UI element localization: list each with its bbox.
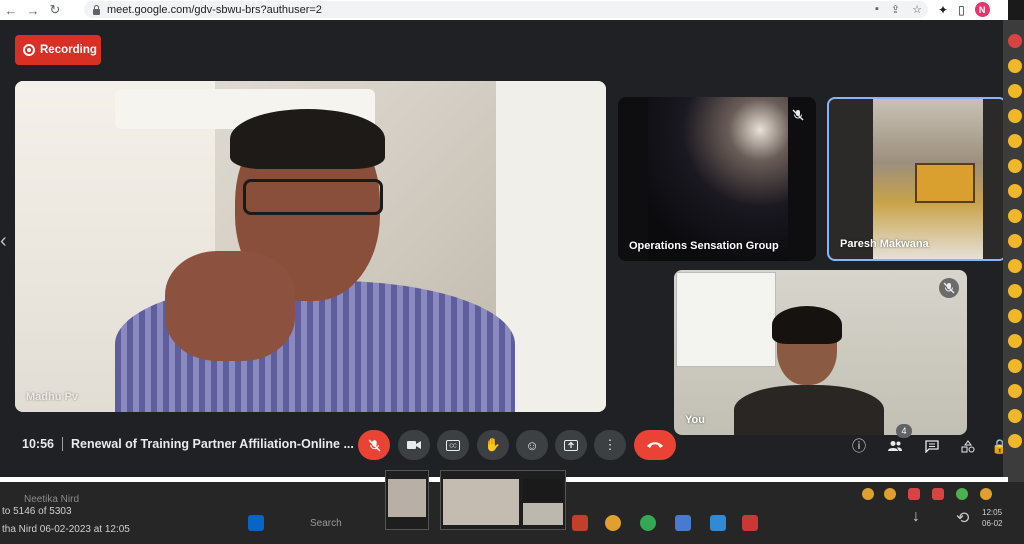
prev-page-arrow-icon[interactable]: ‹	[0, 230, 7, 253]
recording-icon	[23, 44, 35, 56]
self-hair	[772, 306, 842, 344]
app-icon[interactable]	[710, 515, 726, 531]
share-icon[interactable]: ⇪	[891, 3, 900, 16]
emoji-icon	[1008, 159, 1022, 173]
download-arrow-icon[interactable]: ↓	[912, 508, 920, 526]
browser-toolbar: ← → ↻ meet.google.com/gdv-sbwu-brs?authu…	[0, 0, 1008, 20]
thumbnail-preview	[443, 479, 519, 525]
participant-tile-operations[interactable]: Operations Sensation Group	[618, 97, 816, 261]
reactions-button[interactable]: ☺	[516, 430, 548, 460]
email-sender-top: Neetika Nird	[24, 494, 80, 505]
heart-emoji-icon	[1008, 34, 1022, 48]
window-thumbnail-active[interactable]	[440, 470, 566, 530]
raise-hand-button[interactable]: ✋	[477, 430, 509, 460]
windows-start-icon[interactable]	[248, 515, 264, 531]
meeting-time: 10:56	[22, 437, 54, 451]
profile-avatar[interactable]: N	[974, 2, 990, 17]
emoji-icon	[980, 488, 992, 500]
address-bar[interactable]: meet.google.com/gdv-sbwu-brs?authuser=2 …	[84, 1, 928, 18]
captions-button[interactable]: CC	[437, 430, 469, 460]
app-icon[interactable]	[675, 515, 691, 531]
recording-label: Recording	[40, 44, 97, 56]
emoji-icon	[1008, 184, 1022, 198]
meeting-details: 10:56 Renewal of Training Partner Affili…	[22, 437, 354, 451]
main-speaker-tile[interactable]: Madhu Pv	[15, 81, 606, 412]
chat-icon[interactable]	[922, 436, 942, 456]
emoji-icon	[908, 488, 920, 500]
meeting-info-icon[interactable]: ⓘ	[849, 436, 869, 456]
participant-name: Operations Sensation Group	[629, 240, 779, 252]
self-body	[734, 385, 884, 435]
thumbnail-preview	[523, 503, 563, 525]
participant-tile-paresh[interactable]: Paresh Makwana	[827, 97, 1007, 261]
clock-date: 06-02	[982, 519, 1003, 528]
emoji-icon	[1008, 284, 1022, 298]
video-feed	[648, 97, 788, 261]
forward-icon[interactable]: →	[22, 0, 44, 20]
emoji-icon	[1008, 59, 1022, 73]
emoji-icon	[1008, 359, 1022, 373]
extensions-icon[interactable]: ✦	[938, 3, 948, 17]
emoji-icon	[1008, 409, 1022, 423]
app-icon[interactable]	[742, 515, 758, 531]
more-options-button[interactable]: ⋮	[594, 430, 626, 460]
thumbnail-preview	[523, 479, 563, 501]
divider	[61, 437, 63, 451]
window-thumbnail[interactable]	[385, 470, 429, 530]
activities-icon[interactable]	[958, 436, 978, 456]
mic-toggle-button[interactable]	[358, 430, 390, 460]
emoji-icon	[1008, 84, 1022, 98]
email-count: to 5146 of 5303	[2, 506, 72, 517]
main-tile-name: Madhu Pv	[26, 391, 78, 403]
rotate-icon[interactable]: ⟲	[956, 508, 969, 528]
self-view-tile[interactable]: You	[674, 270, 967, 435]
reload-icon[interactable]: ↻	[44, 0, 66, 20]
present-screen-button[interactable]	[555, 430, 587, 460]
svg-text:CC: CC	[449, 443, 457, 449]
meet-stage: Recording ‹ › Madhu Pv Operations Sensat…	[0, 20, 1009, 482]
emoji-icon	[1008, 209, 1022, 223]
app-icon[interactable]	[572, 515, 588, 531]
speaker-hair	[230, 109, 385, 169]
speaker-glasses	[243, 179, 383, 215]
recording-button[interactable]: Recording	[15, 35, 101, 65]
thumbnail-preview	[388, 479, 426, 517]
app-icon[interactable]	[640, 515, 656, 531]
clock-time: 12:05	[982, 508, 1003, 517]
bookmark-star-icon[interactable]: ☆	[912, 3, 922, 16]
emoji-icon	[1008, 259, 1022, 273]
emoji-icon	[862, 488, 874, 500]
emoji-icon	[1008, 134, 1022, 148]
video-object	[915, 163, 975, 203]
mic-off-icon	[939, 278, 959, 298]
camera-toggle-button[interactable]	[398, 430, 430, 460]
camera-in-use-icon[interactable]: ▪	[875, 3, 879, 16]
emoji-icon	[1008, 384, 1022, 398]
mic-off-icon	[788, 105, 808, 125]
meeting-title: Renewal of Training Partner Affiliation-…	[70, 437, 354, 451]
emoji-icon	[1008, 234, 1022, 248]
lock-icon	[92, 4, 101, 15]
taskbar-search[interactable]: Search	[310, 518, 342, 529]
whiteboard-background	[676, 272, 776, 367]
people-icon[interactable]	[885, 436, 905, 456]
chrome-icon[interactable]	[605, 515, 621, 531]
emoji-icon	[1008, 109, 1022, 123]
emoji-icon	[884, 488, 896, 500]
side-panel-icon[interactable]: ▯	[958, 3, 965, 17]
participant-name: You	[685, 414, 705, 426]
emoji-icon	[1008, 434, 1022, 448]
emoji-icon	[1008, 334, 1022, 348]
participant-name: Paresh Makwana	[840, 238, 929, 250]
emoji-icon	[1008, 309, 1022, 323]
speaker-hand	[165, 251, 295, 361]
back-icon[interactable]: ←	[0, 0, 22, 20]
end-call-button[interactable]	[634, 430, 676, 460]
url-text: meet.google.com/gdv-sbwu-brs?authuser=2	[107, 3, 322, 16]
emoji-reaction-column	[1008, 34, 1024, 459]
email-sender-date: tha Nird 06-02-2023 at 12:05	[2, 524, 130, 535]
emoji-icon	[932, 488, 944, 500]
emoji-icon	[956, 488, 968, 500]
